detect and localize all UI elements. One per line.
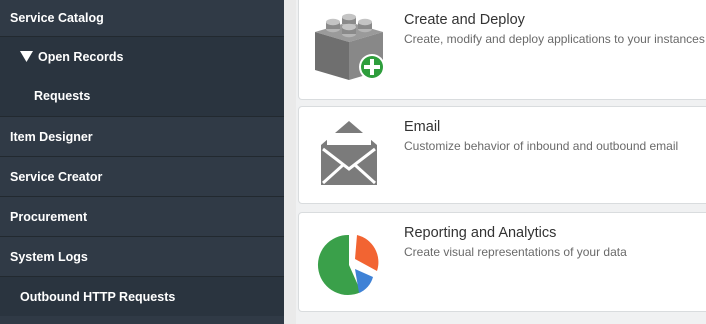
card-description: Create visual representations of your da… <box>404 245 627 259</box>
main-content: Create and Deploy Create, modify and dep… <box>296 0 706 324</box>
pie-chart-icon <box>317 234 379 295</box>
sidebar-item-label: Requests <box>34 89 91 103</box>
card-description: Create, modify and deploy applications t… <box>404 32 705 46</box>
card-title: Email <box>404 119 441 135</box>
sidebar-item-label: Service Catalog <box>10 11 104 25</box>
sidebar-item-label: Procurement <box>10 209 88 224</box>
sidebar-item-service-catalog[interactable]: Service Catalog <box>0 0 284 36</box>
card-email[interactable]: Email Customize behavior of inbound and … <box>298 106 706 204</box>
envelope-icon <box>321 121 377 185</box>
card-title: Reporting and Analytics <box>404 225 557 241</box>
card-description: Customize behavior of inbound and outbou… <box>404 139 679 153</box>
triangle-down-icon <box>20 51 33 62</box>
sidebar-item-service-creator[interactable]: Service Creator <box>0 156 284 196</box>
sidebar-item-label: Open Records <box>38 49 124 64</box>
sidebar-item-label: Outbound HTTP Requests <box>20 289 176 304</box>
card-reporting-and-analytics[interactable]: Reporting and Analytics Create visual re… <box>298 212 706 312</box>
create-deploy-icon <box>315 13 385 80</box>
card-title: Create and Deploy <box>404 12 525 28</box>
sidebar-item-outbound-http-requests[interactable]: Outbound HTTP Requests <box>0 276 284 316</box>
sidebar-item-label: Service Creator <box>10 169 103 184</box>
card-create-and-deploy[interactable]: Create and Deploy Create, modify and dep… <box>298 0 706 100</box>
sidebar-item-procurement[interactable]: Procurement <box>0 196 284 236</box>
sidebar-item-open-records[interactable]: Open Records <box>0 36 284 76</box>
sidebar-divider <box>284 0 296 324</box>
sidebar-item-label: System Logs <box>10 249 88 264</box>
sidebar-item-item-designer[interactable]: Item Designer <box>0 116 284 156</box>
sidebar-item-requests[interactable]: Requests <box>0 76 284 116</box>
sidebar-item-label: Item Designer <box>10 129 93 144</box>
sidebar-item-system-logs[interactable]: System Logs <box>0 236 284 276</box>
sidebar: Service Catalog Open Records Requests It… <box>0 0 284 324</box>
